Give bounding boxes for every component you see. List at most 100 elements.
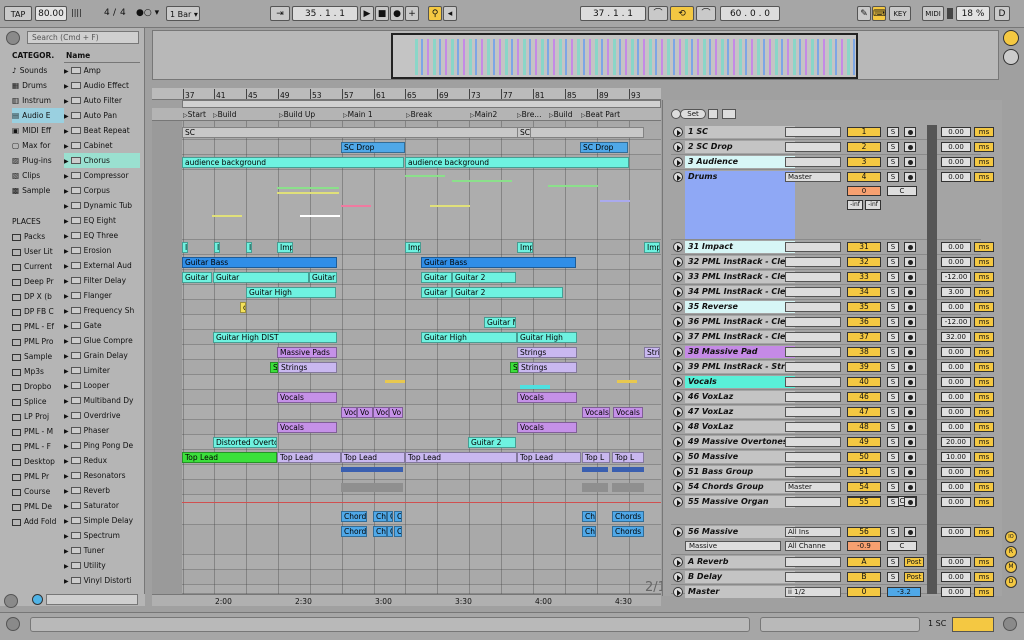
solo-button[interactable]: S xyxy=(887,332,899,342)
track-name[interactable]: 33 PML InstRack - Cle xyxy=(685,271,795,283)
channel-select[interactable]: All Channe xyxy=(785,541,841,551)
arm-button[interactable] xyxy=(904,272,916,282)
bass-clip[interactable] xyxy=(582,467,608,472)
place-17[interactable]: Course xyxy=(12,484,64,499)
tap-button[interactable]: TAP xyxy=(4,6,32,21)
top-lead-clip[interactable]: Top Lead xyxy=(182,452,277,463)
record-button[interactable]: ● xyxy=(390,6,404,21)
solo-button[interactable]: S xyxy=(887,482,899,492)
guitar-high-dist-clip[interactable]: Guitar High DIST xyxy=(213,332,337,343)
track-number[interactable]: 54 xyxy=(847,482,881,492)
place-14[interactable]: PML - F xyxy=(12,439,64,454)
expand-arrow-icon[interactable]: ▶ xyxy=(64,203,69,210)
strings-clip[interactable]: S xyxy=(270,362,278,373)
volume-field[interactable]: -12.00 xyxy=(941,317,971,327)
volume-field[interactable]: 32.00 xyxy=(941,332,971,342)
track-activator-icon[interactable] xyxy=(673,172,683,182)
arm-button[interactable] xyxy=(904,452,916,462)
chords-clip[interactable]: C xyxy=(387,526,393,537)
audience-clip[interactable]: audience background xyxy=(182,157,404,168)
stop-button[interactable]: ■ xyxy=(375,6,389,21)
browser-item[interactable]: ▶ Vinyl Distorti xyxy=(64,573,140,588)
overdub-button[interactable]: + xyxy=(405,6,419,21)
expand-arrow-icon[interactable]: ▶ xyxy=(64,563,69,570)
post-button[interactable]: Post xyxy=(904,557,924,567)
chords-clip[interactable]: C xyxy=(387,511,393,522)
solo-button[interactable]: S xyxy=(887,257,899,267)
track-header[interactable]: 56 Massive All Ins 56 S 0.00 ms -0.9 C Massive Al… xyxy=(671,525,994,555)
browser-item[interactable]: ▶ Auto Pan xyxy=(64,108,140,123)
track-input-select[interactable] xyxy=(785,332,841,342)
track-header[interactable]: Master ii 1/2 0 0.00 ms -3.2 xyxy=(671,585,994,598)
solo-button[interactable]: S xyxy=(887,362,899,372)
track-number[interactable]: B xyxy=(847,572,881,582)
track-header[interactable]: 1 SC 1 S 0.00 ms xyxy=(671,125,994,140)
track-activator-icon[interactable] xyxy=(673,157,683,167)
volume-field[interactable]: 0.00 xyxy=(941,587,971,597)
top-lead-clip[interactable]: Top Lead xyxy=(405,452,517,463)
follow-button[interactable]: ⇥ xyxy=(270,6,290,21)
expand-arrow-icon[interactable]: ▶ xyxy=(64,518,69,525)
track-header[interactable]: 38 Massive Pad 38 S 0.00 ms xyxy=(671,345,994,360)
arm-button[interactable] xyxy=(904,437,916,447)
arm-button[interactable] xyxy=(904,407,916,417)
volume-field[interactable]: 0.00 xyxy=(941,572,971,582)
track-name[interactable]: 56 Massive xyxy=(685,526,795,538)
track-preview-icon[interactable] xyxy=(952,617,994,632)
category-3[interactable]: ▤ Audio E xyxy=(12,108,64,123)
strings-clip[interactable]: S xyxy=(510,362,518,373)
expand-arrow-icon[interactable]: ▶ xyxy=(64,323,69,330)
guitar2-clip[interactable]: Guitar 2 xyxy=(452,287,563,298)
sc-clip[interactable]: SC xyxy=(182,127,644,138)
impact-clip[interactable]: In xyxy=(182,242,188,253)
volume-field[interactable]: 3.00 xyxy=(941,287,971,297)
track-activator-icon[interactable] xyxy=(673,497,683,507)
computer-keyboard-button[interactable]: ⌨ xyxy=(872,6,886,21)
track-lane[interactable] xyxy=(182,390,661,405)
vocals-clip[interactable]: Vocals xyxy=(277,392,337,403)
track-number[interactable]: A xyxy=(847,557,881,567)
browser-item[interactable]: ▶ Multiband Dy xyxy=(64,393,140,408)
track-number[interactable]: 51 xyxy=(847,467,881,477)
track-activator-icon[interactable] xyxy=(673,392,683,402)
track-activator-icon[interactable] xyxy=(673,272,683,282)
track-name[interactable]: 1 SC xyxy=(685,126,795,138)
chords-clip[interactable]: Chords xyxy=(612,526,644,537)
delay-toggle[interactable]: D xyxy=(1005,576,1017,588)
browser-item[interactable]: ▶ Amp xyxy=(64,63,140,78)
locator-3[interactable]: ▷Main 1 xyxy=(343,110,373,119)
track-input-select[interactable] xyxy=(785,272,841,282)
track-number[interactable]: 34 xyxy=(847,287,881,297)
vox-clip[interactable]: Vo xyxy=(389,407,403,418)
volume-field[interactable]: 0.00 xyxy=(941,302,971,312)
track-input-select[interactable] xyxy=(785,377,841,387)
locator-4[interactable]: ▷Break xyxy=(406,110,432,119)
browser-item[interactable]: ▶ Erosion xyxy=(64,243,140,258)
locator-0[interactable]: ▷Start xyxy=(183,110,206,119)
track-header[interactable]: 32 PML InstRack - Cle 32 S 0.00 ms xyxy=(671,255,994,270)
track-activator-icon[interactable] xyxy=(673,332,683,342)
expand-arrow-icon[interactable]: ▶ xyxy=(64,248,69,255)
track-lane[interactable] xyxy=(182,240,661,255)
quantize-menu[interactable]: 1 Bar ▾ xyxy=(166,6,200,21)
locator-7[interactable]: ▷Build xyxy=(549,110,572,119)
track-header[interactable]: 39 PML InstRack - Str 39 S 0.00 ms xyxy=(671,360,994,375)
track-header[interactable]: Vocals 40 S 0.00 ms xyxy=(671,375,994,390)
track-header[interactable]: 48 VoxLaz 48 S 0.00 ms xyxy=(671,420,994,435)
expand-arrow-icon[interactable]: ▶ xyxy=(64,188,69,195)
track-input-select[interactable] xyxy=(785,142,841,152)
browser-side-toggle[interactable] xyxy=(4,594,18,608)
locator-8[interactable]: ▷Beat Part xyxy=(581,110,620,119)
volume-field[interactable]: 0.00 xyxy=(941,467,971,477)
browser-item[interactable]: ▶ Cabinet xyxy=(64,138,140,153)
chords-clip[interactable]: Ch xyxy=(373,511,387,522)
expand-arrow-icon[interactable]: ▶ xyxy=(64,578,69,585)
right-toggle-icon[interactable] xyxy=(1003,617,1017,631)
expand-arrow-icon[interactable]: ▶ xyxy=(64,68,69,75)
expand-arrow-icon[interactable]: ▶ xyxy=(64,473,69,480)
track-lane[interactable] xyxy=(182,375,661,390)
sc-drop-clip[interactable]: SC Drop xyxy=(341,142,405,153)
volume-field[interactable]: 0.00 xyxy=(941,497,971,507)
chords-group-clip[interactable] xyxy=(612,483,644,492)
category-4[interactable]: ▣ MIDI Eff xyxy=(12,123,64,138)
